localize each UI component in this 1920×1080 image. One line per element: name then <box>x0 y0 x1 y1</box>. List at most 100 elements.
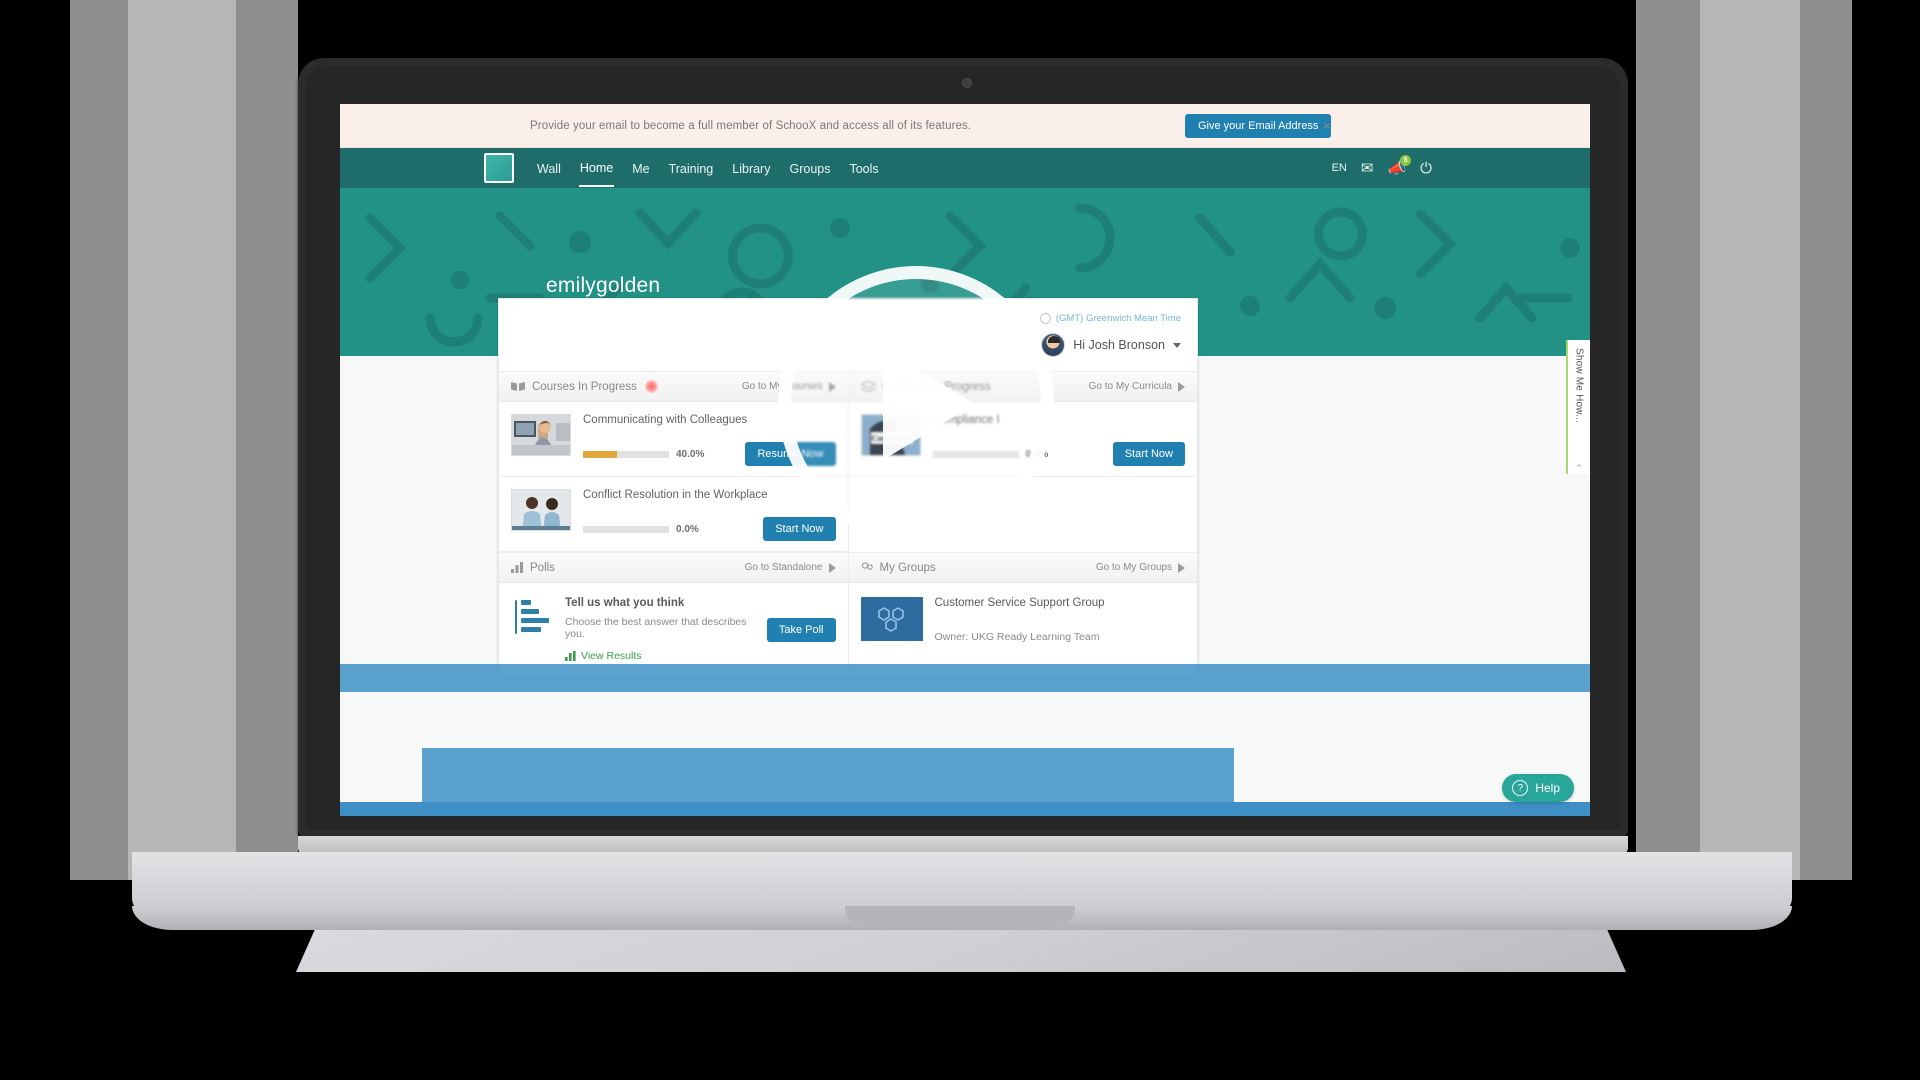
go-to-my-curricula-link[interactable]: Go to My Curricula <box>1089 381 1185 392</box>
announcements-icon[interactable]: 📣 5 <box>1387 154 1412 176</box>
polls-panel: Polls Go to Standalone Tell us what you … <box>499 553 848 676</box>
group-name: Customer Service Support Group <box>934 597 1105 609</box>
power-icon[interactable]: ⏻ <box>1420 161 1432 176</box>
take-poll-button[interactable]: Take Poll <box>766 617 836 642</box>
polls-panel-header: Polls Go to Standalone <box>499 553 848 583</box>
poll-axis <box>515 600 517 634</box>
poll-icon <box>511 562 523 573</box>
background-panel-left-inner <box>128 0 236 890</box>
nav-right-actions: EN ✉ 📣 5 ⏻ <box>1332 154 1432 176</box>
browser-viewport: Provide your email to become a full memb… <box>340 104 1590 816</box>
notice-message: Provide your email to become a full memb… <box>530 119 972 132</box>
progress-bar <box>583 450 669 458</box>
group-text-block: Customer Service Support Group Owner: UK… <box>935 597 1186 643</box>
hexagons-icon <box>877 607 904 632</box>
course-progress-value: 0.0% <box>676 523 699 535</box>
course-title: Conflict Resolution in the Workplace <box>583 489 768 501</box>
courses-panel-title: Courses In Progress <box>511 381 637 393</box>
poll-bar-2 <box>521 609 539 614</box>
globe-icon <box>1039 313 1051 324</box>
close-icon[interactable]: × <box>1323 118 1331 133</box>
add-course-icon[interactable]: + <box>644 380 658 393</box>
nav-item-home[interactable]: Home <box>578 150 615 187</box>
view-results-link[interactable]: View Results <box>565 650 755 662</box>
help-button[interactable]: ? Help <box>1502 774 1574 802</box>
group-owner: Owner: UKG Ready Learning Team <box>934 631 1100 643</box>
chevron-right-icon <box>1178 562 1185 573</box>
show-me-how-label: Show Me How... <box>1573 348 1585 424</box>
polls-panel-title: Polls <box>511 562 555 574</box>
nav-item-training[interactable]: Training <box>668 151 715 186</box>
footer-strip <box>340 802 1590 816</box>
give-email-address-button[interactable]: Give your Email Address <box>1185 113 1332 138</box>
user-menu[interactable]: Hi Josh Bronson <box>1041 333 1181 357</box>
course-thumbnail <box>511 414 571 456</box>
brand-logo[interactable] <box>484 153 514 183</box>
go-to-my-groups-link[interactable]: Go to My Groups <box>1096 562 1185 573</box>
nav-item-library[interactable]: Library <box>731 151 771 186</box>
poll-bar-1 <box>521 600 531 605</box>
course-details: Conflict Resolution in the Workplace 0.0… <box>583 489 836 541</box>
poll-subtext: Choose the best answer that describes yo… <box>565 616 747 640</box>
banner-bottom-strip <box>340 664 1590 692</box>
webcam <box>962 78 972 88</box>
nav-item-groups[interactable]: Groups <box>788 151 831 186</box>
groups-link-text: Go to My Groups <box>1095 562 1172 573</box>
poll-bar-3 <box>521 618 549 623</box>
timezone-label: (GMT) Greenwich Mean Time <box>1055 313 1181 324</box>
poll-bar-4 <box>521 627 541 632</box>
play-video-button[interactable] <box>778 266 1054 542</box>
background-panel-right-inner <box>1700 0 1800 890</box>
lower-panels: Polls Go to Standalone Tell us what you … <box>499 552 1197 676</box>
laptop-mockup: Provide your email to become a full memb… <box>0 0 1920 1080</box>
question-mark-icon: ? <box>1512 780 1529 796</box>
notification-badge: 5 <box>1400 154 1412 166</box>
start-now-button[interactable]: Start Now <box>1112 442 1185 466</box>
nav-item-tools[interactable]: Tools <box>848 151 879 186</box>
chart-icon <box>565 651 576 661</box>
thumb-office-image <box>512 415 570 455</box>
book-icon <box>511 382 525 391</box>
curricula-link-text: Go to My Curricula <box>1088 381 1172 392</box>
help-label: Help <box>1535 781 1560 795</box>
thumb-meeting-image <box>512 490 570 530</box>
timezone-display: (GMT) Greenwich Mean Time <box>1039 313 1181 324</box>
chevron-right-icon <box>1178 381 1185 392</box>
view-results-text: View Results <box>581 650 642 662</box>
go-to-standalone-link[interactable]: Go to Standalone <box>745 562 836 573</box>
course-progress-value: 40.0% <box>676 448 705 460</box>
progress-bar-fill <box>583 450 618 458</box>
course-row: Conflict Resolution in the Workplace 0.0… <box>499 477 848 552</box>
screenshot-stage: Provide your email to become a full memb… <box>0 0 1920 1080</box>
groups-title-text: My Groups <box>879 561 936 574</box>
avatar <box>1041 333 1066 357</box>
nav-items: Wall Home Me Training Library Groups Too… <box>536 150 880 187</box>
chevron-right-icon <box>828 562 836 573</box>
language-selector[interactable]: EN <box>1332 162 1347 174</box>
polls-link-text: Go to Standalone <box>744 562 823 573</box>
greeting-label: Hi Josh Bronson <box>1073 338 1165 352</box>
start-now-button[interactable]: Start Now <box>763 517 836 541</box>
courses-title-text: Courses In Progress <box>532 380 637 393</box>
nav-item-me[interactable]: Me <box>631 151 650 186</box>
nav-item-wall[interactable]: Wall <box>536 151 562 186</box>
chevron-left-icon: ‹ <box>1573 464 1585 468</box>
polls-title-text: Polls <box>530 561 555 574</box>
poll-text-block: Tell us what you think Choose the best a… <box>565 597 755 662</box>
course-progress-row: 0.0% Start Now <box>583 517 836 541</box>
groups-panel-title: My Groups <box>861 562 936 574</box>
mail-icon[interactable]: ✉ <box>1361 161 1374 176</box>
poll-content: Tell us what you think Choose the best a… <box>499 583 848 676</box>
groups-panel-header: My Groups Go to My Groups <box>848 553 1197 583</box>
laptop-base-notch <box>845 906 1075 924</box>
group-thumbnail <box>860 597 923 641</box>
progress-bar <box>583 525 669 533</box>
group-icon <box>861 562 873 570</box>
laptop-base <box>132 852 1792 914</box>
poll-bars-icon <box>511 597 553 637</box>
group-content: Customer Service Support Group Owner: UK… <box>849 583 1198 657</box>
poll-heading: Tell us what you think <box>565 597 685 609</box>
show-me-how-tab[interactable]: Show Me How... ‹ <box>1566 340 1590 474</box>
main-navbar: Wall Home Me Training Library Groups Too… <box>340 148 1590 188</box>
course-thumbnail <box>511 489 571 531</box>
